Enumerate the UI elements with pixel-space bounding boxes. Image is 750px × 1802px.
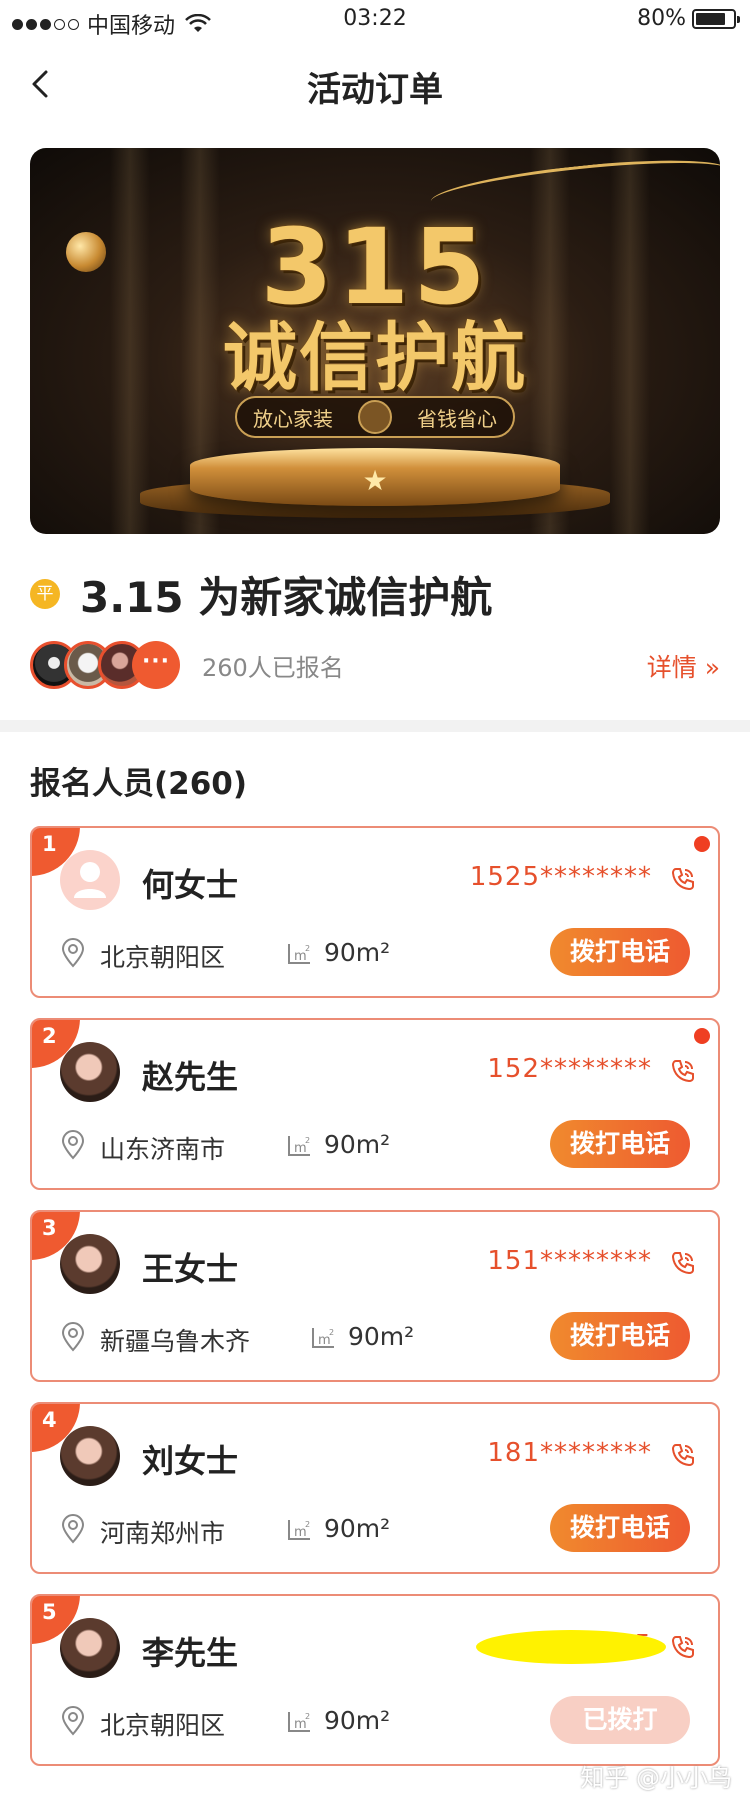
phone-icon[interactable] xyxy=(670,1058,696,1084)
activity-title: 3.15 为新家诚信护航 xyxy=(80,572,493,622)
phone-icon[interactable] xyxy=(670,1634,696,1660)
location-pin-icon xyxy=(61,1706,85,1736)
location-pin-icon xyxy=(61,1322,85,1352)
more-avatars-icon[interactable]: ··· xyxy=(132,641,180,689)
area-text: 90m² xyxy=(348,1322,415,1351)
registrant-card[interactable]: 3 王女士 151******** 新疆乌鲁木齐 m 2 90m² 拨打电话 xyxy=(30,1210,720,1382)
area-m2-icon: m 2 xyxy=(288,1712,310,1732)
phone-number: 1525******** xyxy=(469,862,652,892)
called-button[interactable]: 已拨打 xyxy=(550,1696,690,1744)
person-icon xyxy=(74,862,106,898)
location-pin-icon xyxy=(61,1514,85,1544)
area-text: 90m² xyxy=(324,1706,391,1735)
redaction-mark xyxy=(476,1630,666,1664)
location-pin-icon xyxy=(61,938,85,968)
area-text: 90m² xyxy=(324,1130,391,1159)
location-text: 北京朝阳区 xyxy=(100,1711,226,1740)
svg-text:2: 2 xyxy=(305,1136,310,1145)
section-title: 报名人员(260) xyxy=(30,766,248,802)
person-name: 刘女士 xyxy=(142,1442,239,1480)
person-name: 何女士 xyxy=(142,866,239,904)
battery-fill xyxy=(696,12,725,25)
area-m2-icon: m 2 xyxy=(312,1328,334,1348)
avatar xyxy=(60,1426,120,1486)
nav-bar: 活动订单 xyxy=(0,50,750,120)
avatar xyxy=(60,1042,120,1102)
location-text: 河南郑州市 xyxy=(100,1519,226,1548)
details-link[interactable]: 详情 » xyxy=(647,648,720,684)
svg-text:2: 2 xyxy=(305,1712,310,1721)
call-button[interactable]: 拨打电话 xyxy=(550,1120,690,1168)
avatar xyxy=(60,1618,120,1678)
signup-count: 260人已报名 xyxy=(202,653,344,682)
unread-dot xyxy=(694,1028,710,1044)
svg-text:2: 2 xyxy=(305,944,310,953)
signup-avatars[interactable]: ··· xyxy=(30,641,180,689)
area-m2-icon: m 2 xyxy=(288,944,310,964)
section-divider xyxy=(0,720,750,732)
battery-percent: 80% xyxy=(637,6,686,31)
area-text: 90m² xyxy=(324,1514,391,1543)
avatar xyxy=(60,850,120,910)
status-right: 80% xyxy=(637,6,740,31)
area-m2-icon: m 2 xyxy=(288,1136,310,1156)
activity-banner[interactable]: 315 诚信护航 ★ 放心家装 省钱省心 xyxy=(30,148,720,534)
signup-row: ··· 260人已报名 详情 » xyxy=(30,640,720,690)
person-name: 赵先生 xyxy=(142,1058,239,1096)
phone-icon[interactable] xyxy=(670,1442,696,1468)
call-button[interactable]: 拨打电话 xyxy=(550,1312,690,1360)
person-name: 李先生 xyxy=(142,1634,239,1672)
315-emblem-icon xyxy=(358,400,392,434)
activity-title-row: 平 3.15 为新家诚信护航 xyxy=(30,566,492,622)
phone-number: 151******** xyxy=(487,1246,652,1276)
call-button[interactable]: 拨打电话 xyxy=(550,928,690,976)
star-emblem-icon: ★ xyxy=(362,464,388,497)
registrant-card[interactable]: 1 何女士 1525******** 北京朝阳区 m 2 90m² 拨打电话 xyxy=(30,826,720,998)
banner-pill: 放心家装 省钱省心 xyxy=(235,396,515,438)
location-text: 北京朝阳区 xyxy=(100,943,226,972)
area-text: 90m² xyxy=(324,938,391,967)
location-text: 新疆乌鲁木齐 xyxy=(100,1327,251,1356)
watermark: 知乎 @小小鸟 xyxy=(580,1764,732,1792)
location-pin-icon xyxy=(61,1130,85,1160)
phone-icon[interactable] xyxy=(670,866,696,892)
phone-number: 152******** xyxy=(487,1054,652,1084)
registrant-card[interactable]: 5 李先生 15 北京朝阳区 m 2 90m² 已拨打 xyxy=(30,1594,720,1766)
person-name: 王女士 xyxy=(142,1250,239,1288)
phone-icon[interactable] xyxy=(670,1250,696,1276)
registrant-card[interactable]: 2 赵先生 152******** 山东济南市 m 2 90m² 拨打电话 xyxy=(30,1018,720,1190)
phone-number: 181******** xyxy=(487,1438,652,1468)
banner-headline: 诚信护航 xyxy=(223,315,527,401)
call-button[interactable]: 拨打电话 xyxy=(550,1504,690,1552)
area-m2-icon: m 2 xyxy=(288,1520,310,1540)
avatar xyxy=(60,1234,120,1294)
page-title: 活动订单 xyxy=(307,70,443,110)
tag-badge: 平 xyxy=(30,579,60,609)
svg-text:2: 2 xyxy=(329,1328,334,1337)
pill-right-text: 省钱省心 xyxy=(417,406,497,431)
svg-text:2: 2 xyxy=(305,1520,310,1529)
registrant-card[interactable]: 4 刘女士 181******** 河南郑州市 m 2 90m² 拨打电话 xyxy=(30,1402,720,1574)
pill-left-text: 放心家装 xyxy=(253,406,333,431)
status-bar: 中国移动 03:22 80% xyxy=(0,0,750,40)
battery-icon xyxy=(692,8,740,29)
unread-dot xyxy=(694,836,710,852)
location-text: 山东济南市 xyxy=(100,1135,226,1164)
